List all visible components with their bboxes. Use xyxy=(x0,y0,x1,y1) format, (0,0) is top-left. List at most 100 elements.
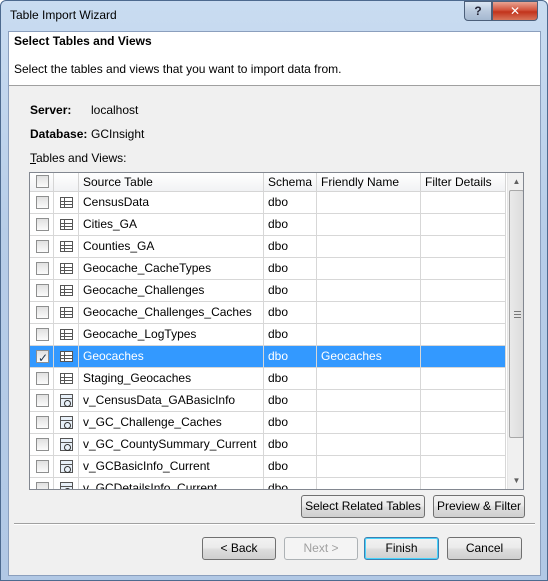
friendly-name-cell[interactable] xyxy=(317,412,421,433)
table-row[interactable]: Geocache_Challenges_Caches dbo xyxy=(30,302,506,324)
filter-details-cell[interactable] xyxy=(421,280,506,301)
table-row[interactable]: v_GCDetailsInfo_Current dbo xyxy=(30,478,506,489)
row-checkbox[interactable] xyxy=(36,262,49,275)
table-row[interactable]: Geocache_CacheTypes dbo xyxy=(30,258,506,280)
table-row[interactable]: v_GC_Challenge_Caches dbo xyxy=(30,412,506,434)
row-checkbox[interactable] xyxy=(36,218,49,231)
row-checkbox[interactable] xyxy=(36,394,49,407)
row-checkbox[interactable] xyxy=(36,460,49,473)
table-row[interactable]: Counties_GA dbo xyxy=(30,236,506,258)
row-checkbox-cell[interactable] xyxy=(30,214,54,235)
filter-details-cell[interactable] xyxy=(421,302,506,323)
row-checkbox[interactable] xyxy=(36,306,49,319)
filter-details-cell[interactable] xyxy=(421,456,506,477)
friendly-name-cell[interactable] xyxy=(317,434,421,455)
scroll-down-arrow-icon[interactable]: ▼ xyxy=(508,472,523,489)
row-checkbox-cell[interactable] xyxy=(30,412,54,433)
filter-details-cell[interactable] xyxy=(421,324,506,345)
row-checkbox-cell[interactable] xyxy=(30,478,54,489)
table-row[interactable]: Geocache_LogTypes dbo xyxy=(30,324,506,346)
row-checkbox[interactable] xyxy=(36,240,49,253)
schema-cell: dbo xyxy=(264,258,317,279)
filter-details-header[interactable]: Filter Details xyxy=(421,173,506,192)
finish-button[interactable]: Finish xyxy=(364,537,439,560)
table-row[interactable]: GeocachesdboGeocaches xyxy=(30,346,506,368)
table-row[interactable]: v_CensusData_GABasicInfo dbo xyxy=(30,390,506,412)
select-all-checkbox[interactable] xyxy=(36,175,49,188)
filter-details-cell[interactable] xyxy=(421,390,506,411)
vertical-scrollbar[interactable]: ▲ ▼ xyxy=(507,173,523,489)
friendly-name-cell[interactable] xyxy=(317,324,421,345)
row-checkbox[interactable] xyxy=(36,372,49,385)
row-checkbox-cell[interactable] xyxy=(30,258,54,279)
row-checkbox[interactable] xyxy=(36,416,49,429)
row-checkbox-cell[interactable] xyxy=(30,324,54,345)
friendly-name-cell[interactable] xyxy=(317,280,421,301)
filter-details-cell[interactable] xyxy=(421,214,506,235)
preview-filter-button[interactable]: Preview & Filter xyxy=(433,495,525,518)
row-checkbox[interactable] xyxy=(36,438,49,451)
filter-details-cell[interactable] xyxy=(421,412,506,433)
friendly-name-header[interactable]: Friendly Name xyxy=(317,173,421,192)
source-table-cell: Geocache_LogTypes xyxy=(79,324,264,345)
scroll-up-arrow-icon[interactable]: ▲ xyxy=(508,173,523,190)
row-icon-cell xyxy=(54,368,79,389)
view-icon xyxy=(60,438,73,451)
friendly-name-cell[interactable] xyxy=(317,258,421,279)
table-icon xyxy=(60,329,73,340)
row-icon-cell xyxy=(54,280,79,301)
row-checkbox[interactable] xyxy=(36,284,49,297)
friendly-name-cell[interactable] xyxy=(317,478,421,489)
filter-details-cell[interactable] xyxy=(421,236,506,257)
row-checkbox[interactable] xyxy=(36,196,49,209)
row-checkbox-cell[interactable] xyxy=(30,280,54,301)
schema-cell: dbo xyxy=(264,214,317,235)
row-checkbox-cell[interactable] xyxy=(30,236,54,257)
filter-details-cell[interactable] xyxy=(421,192,506,213)
schema-cell: dbo xyxy=(264,192,317,213)
select-all-column[interactable] xyxy=(30,173,54,192)
table-row[interactable]: Staging_Geocaches dbo xyxy=(30,368,506,390)
row-icon-cell xyxy=(54,302,79,323)
table-row[interactable]: Geocache_Challenges dbo xyxy=(30,280,506,302)
friendly-name-cell[interactable] xyxy=(317,368,421,389)
tables-grid[interactable]: Source Table Schema Friendly Name Filter… xyxy=(29,172,524,490)
row-checkbox-cell[interactable] xyxy=(30,192,54,213)
table-icon xyxy=(60,373,73,384)
scrollbar-thumb[interactable] xyxy=(509,190,523,438)
row-checkbox-cell[interactable] xyxy=(30,456,54,477)
row-checkbox[interactable] xyxy=(36,348,49,367)
row-checkbox-cell[interactable] xyxy=(30,346,54,367)
row-checkbox-cell[interactable] xyxy=(30,390,54,411)
filter-details-cell[interactable] xyxy=(421,434,506,455)
row-checkbox[interactable] xyxy=(36,328,49,341)
filter-details-cell[interactable] xyxy=(421,478,506,489)
cancel-button[interactable]: Cancel xyxy=(447,537,522,560)
friendly-name-cell[interactable] xyxy=(317,390,421,411)
row-checkbox-cell[interactable] xyxy=(30,302,54,323)
select-related-tables-button[interactable]: Select Related Tables xyxy=(301,495,425,518)
filter-details-cell[interactable] xyxy=(421,368,506,389)
row-icon-cell xyxy=(54,192,79,213)
filter-details-cell[interactable] xyxy=(421,346,506,367)
friendly-name-cell[interactable] xyxy=(317,456,421,477)
source-table-header[interactable]: Source Table xyxy=(79,173,264,192)
friendly-name-cell[interactable] xyxy=(317,236,421,257)
back-button[interactable]: < Back xyxy=(202,537,276,560)
friendly-name-cell[interactable]: Geocaches xyxy=(317,346,421,367)
close-button[interactable]: ✕ xyxy=(492,1,538,21)
row-checkbox-cell[interactable] xyxy=(30,368,54,389)
filter-details-cell[interactable] xyxy=(421,258,506,279)
title-bar[interactable]: Table Import Wizard ? ✕ xyxy=(1,1,547,31)
table-row[interactable]: CensusData dbo xyxy=(30,192,506,214)
schema-header[interactable]: Schema xyxy=(264,173,317,192)
friendly-name-cell[interactable] xyxy=(317,302,421,323)
row-checkbox-cell[interactable] xyxy=(30,434,54,455)
help-button[interactable]: ? xyxy=(464,1,492,21)
row-checkbox[interactable] xyxy=(36,482,49,489)
table-row[interactable]: v_GCBasicInfo_Current dbo xyxy=(30,456,506,478)
friendly-name-cell[interactable] xyxy=(317,214,421,235)
table-row[interactable]: v_GC_CountySummary_Current dbo xyxy=(30,434,506,456)
friendly-name-cell[interactable] xyxy=(317,192,421,213)
table-row[interactable]: Cities_GA dbo xyxy=(30,214,506,236)
